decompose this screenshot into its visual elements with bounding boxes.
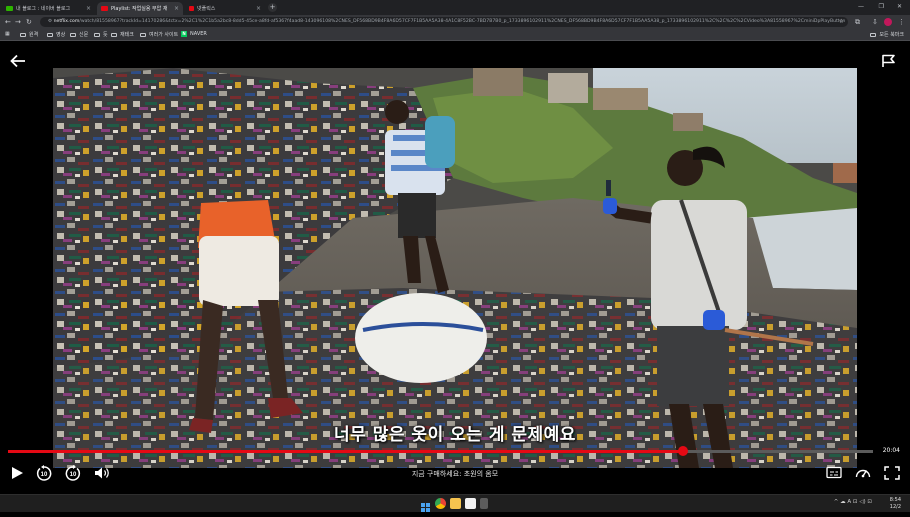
- bookmarks-bar: ▦ 원격 영상 신문 듯 재테크 여러가 사이트 N NAVER 모든 북마크: [0, 29, 910, 41]
- close-icon[interactable]: ×: [86, 5, 91, 12]
- file-explorer-icon[interactable]: [450, 498, 461, 509]
- playback-speed-icon[interactable]: [854, 465, 872, 481]
- menu-dots-icon[interactable]: ⋮: [898, 17, 905, 27]
- report-flag-icon[interactable]: [881, 54, 897, 68]
- new-tab-icon[interactable]: +: [268, 3, 277, 12]
- windows-start-icon[interactable]: [420, 498, 431, 512]
- system-tray[interactable]: ^ ☁ A ⊡ ◁) ⊡: [834, 499, 872, 505]
- address-path: /watch/81558967?trackId=14170286&tctx=2%…: [79, 19, 846, 24]
- bookmark-star-icon[interactable]: ☆: [839, 17, 844, 27]
- naver-icon: N: [181, 31, 187, 37]
- app-taskbar-icon[interactable]: [465, 498, 476, 509]
- clock-date: 12/2: [889, 503, 901, 510]
- browser-tab-strip: 내 블로그 : 네이버 블로그 × Playlist: 작업실용 무압 재 × …: [0, 0, 910, 15]
- clock-time: 8:54: [889, 497, 901, 503]
- close-icon[interactable]: ×: [256, 5, 261, 12]
- browser-toolbar: ← → ↻ ⚙ netflix.com/watch/81558967?track…: [0, 15, 910, 29]
- back-arrow-icon[interactable]: [10, 54, 26, 68]
- naver-blog-favicon-icon: [6, 6, 13, 11]
- subtitles-icon[interactable]: [825, 465, 843, 481]
- now-playing-title: 지금 구매하세요: 초원의 옴모: [411, 470, 499, 478]
- bookmark-folder[interactable]: 원격: [20, 31, 38, 38]
- bookmark-folder[interactable]: 재테크: [111, 31, 134, 38]
- folder-icon: [47, 32, 53, 37]
- folder-icon: [70, 32, 76, 37]
- youtube-favicon-icon: [101, 6, 108, 11]
- taskbar-clock[interactable]: 8:54 12/2: [890, 497, 901, 510]
- address-bar[interactable]: ⚙ netflix.com/watch/81558967?trackId=141…: [40, 17, 848, 27]
- download-icon[interactable]: ⇩: [872, 17, 878, 27]
- tab-netflix[interactable]: 넷플릭스 ×: [185, 2, 265, 15]
- folder-icon: [94, 32, 100, 37]
- reload-icon[interactable]: ↻: [26, 17, 32, 27]
- app-taskbar-icon[interactable]: [480, 498, 488, 509]
- forward-arrow-icon[interactable]: →: [15, 17, 21, 27]
- maximize-icon[interactable]: ❐: [879, 3, 884, 10]
- tab-label: 넷플릭스: [197, 6, 216, 12]
- progress-bar[interactable]: [8, 446, 873, 456]
- profile-avatar[interactable]: [884, 18, 892, 26]
- all-bookmarks-folder[interactable]: 모든 북마크: [870, 31, 904, 38]
- bookmark-folder[interactable]: 신문: [70, 31, 88, 38]
- close-icon[interactable]: ×: [174, 5, 179, 12]
- video-player[interactable]: 너무 많은 옷이 오는 게 문제예요 20:04 10 10 지금 구매하세요:…: [0, 42, 910, 494]
- address-host: netflix.com: [53, 19, 80, 24]
- progress-fill: [8, 450, 683, 453]
- extensions-icon[interactable]: ⧉: [855, 17, 860, 27]
- fullscreen-icon[interactable]: [883, 465, 901, 481]
- folder-icon: [140, 32, 146, 37]
- apps-grid-icon[interactable]: ▦: [5, 31, 10, 37]
- scrubber-handle[interactable]: [677, 446, 688, 456]
- folder-icon: [870, 32, 877, 37]
- netflix-favicon-icon: [189, 6, 194, 11]
- bookmark-folder[interactable]: 듯: [94, 31, 108, 38]
- video-frame[interactable]: [53, 68, 857, 468]
- time-remaining: 20:04: [882, 447, 900, 454]
- back-arrow-icon[interactable]: ←: [5, 17, 11, 27]
- window-close-icon[interactable]: ✕: [897, 3, 902, 10]
- subtitle-text: 너무 많은 옷이 오는 게 문제예요: [334, 425, 576, 445]
- folder-icon: [20, 32, 26, 37]
- tab-playlist[interactable]: Playlist: 작업실용 무압 재 ×: [97, 2, 183, 15]
- bookmark-naver[interactable]: N NAVER: [181, 31, 207, 37]
- folder-icon: [111, 32, 117, 37]
- chrome-taskbar-icon[interactable]: [435, 498, 446, 509]
- bookmark-folder[interactable]: 여러가 사이트: [140, 31, 178, 38]
- minimize-icon[interactable]: —: [858, 3, 864, 10]
- tab-label: 내 블로그 : 네이버 블로그: [16, 6, 71, 12]
- windows-taskbar: ^ ☁ A ⊡ ◁) ⊡ 8:54 12/2: [0, 494, 910, 512]
- tab-naver-blog[interactable]: 내 블로그 : 네이버 블로그 ×: [2, 2, 95, 15]
- tab-label: Playlist: 작업실용 무압 재: [111, 6, 168, 12]
- bookmark-folder[interactable]: 영상: [47, 31, 65, 38]
